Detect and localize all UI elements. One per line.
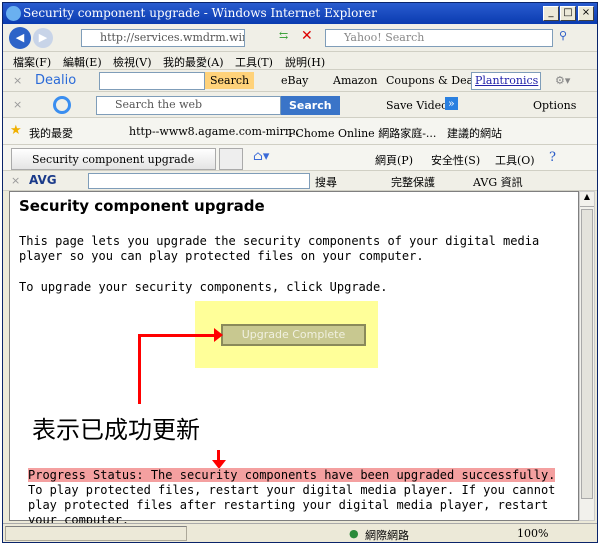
vertical-scrollbar[interactable]: ▲ <box>579 191 595 521</box>
settings-icon[interactable]: ⚙▾ <box>555 74 570 87</box>
save-video-button[interactable]: Save Video <box>386 99 448 112</box>
search-input[interactable]: Yahoo! Search <box>325 29 553 47</box>
ie-window: Security component upgrade - Windows Int… <box>2 2 598 543</box>
favorite-link[interactable]: PChome Online 網路家庭-... <box>288 125 436 141</box>
tab-label: Security component upgrade <box>32 153 195 166</box>
tab-security-component-upgrade[interactable]: Security component upgrade <box>11 148 216 170</box>
full-protection-button[interactable]: 完整保護 <box>391 174 435 190</box>
new-tab-button[interactable] <box>219 148 243 170</box>
refresh-icon[interactable]: ⇆ <box>279 29 295 45</box>
help-icon[interactable]: ? <box>549 150 556 165</box>
address-row: ◀ ▶ http://services.wmdrm.wind... ⇆ ✕ Ya… <box>3 24 597 52</box>
scroll-thumb[interactable] <box>581 209 593 499</box>
dealio-toolbar: × Dealio Search eBay Amazon Coupons & De… <box>3 70 597 92</box>
close-toolbar-icon[interactable]: × <box>11 174 20 187</box>
window-title: Security component upgrade - Windows Int… <box>23 6 377 20</box>
home-icon[interactable]: ⌂▾ <box>253 149 269 164</box>
dealio-search-button[interactable]: Search <box>205 72 255 89</box>
page-menu[interactable]: 網頁(P) <box>375 152 413 168</box>
menu-favorites[interactable]: 我的最愛(A) <box>163 54 224 70</box>
status-text: To play protected files, restart your di… <box>28 483 556 527</box>
close-toolbar-icon[interactable]: × <box>13 74 22 87</box>
coupons-link[interactable]: Coupons & Deals <box>386 74 482 87</box>
scroll-up-icon[interactable]: ▲ <box>580 192 594 207</box>
minimize-button[interactable]: _ <box>543 6 559 21</box>
avg-logo: AVG <box>29 173 57 187</box>
annotation-text: 表示已成功更新 <box>32 416 200 444</box>
menu-file[interactable]: 檔案(F) <box>13 54 51 70</box>
safety-menu[interactable]: 安全性(S) <box>431 152 480 168</box>
page-heading: Security component upgrade <box>19 197 265 215</box>
address-input[interactable]: http://services.wmdrm.wind... <box>81 29 245 47</box>
status-cell <box>5 526 187 541</box>
status-highlight: Progress Status: The security components… <box>28 468 556 482</box>
zone-label: 網際網路 <box>365 529 409 542</box>
ask-search-button[interactable]: Search <box>281 96 340 115</box>
ask-search-input[interactable]: Search the web <box>96 96 281 115</box>
search-icon[interactable]: ⚲ <box>559 29 577 47</box>
status-bar: ● 網際網路 100% <box>3 523 597 542</box>
instruction-text: To upgrade your security components, cli… <box>19 280 388 294</box>
tab-row: Security component upgrade ⌂▾ 網頁(P) 安全性(… <box>3 145 597 171</box>
more-icon[interactable]: » <box>445 97 458 110</box>
suggested-sites-link[interactable]: 建議的網站 <box>447 125 502 141</box>
forward-button[interactable]: ▶ <box>33 28 53 48</box>
maximize-button[interactable]: □ <box>560 6 576 21</box>
avg-toolbar: × AVG 搜尋 完整保護 AVG 資訊 <box>3 171 597 191</box>
globe-icon: ● <box>349 527 359 540</box>
stop-icon[interactable]: ✕ <box>301 28 313 44</box>
zoom-level[interactable]: 100% <box>517 527 548 540</box>
arrow-head <box>214 328 223 342</box>
tools-menu[interactable]: 工具(O) <box>495 152 535 168</box>
plantronics-dropdown[interactable]: Plantronics <box>471 72 541 90</box>
dealio-search-input[interactable] <box>99 72 205 90</box>
avg-news-button[interactable]: AVG 資訊 <box>473 174 523 190</box>
menu-edit[interactable]: 編輯(E) <box>63 54 102 70</box>
close-toolbar-icon[interactable]: × <box>13 98 22 111</box>
favorite-link[interactable]: http--www8.agame.com-mirr... <box>129 125 299 138</box>
favorites-bar: ★ 我的最愛 http--www8.agame.com-mirr... PCho… <box>3 118 597 145</box>
upgrade-complete-button[interactable]: Upgrade Complete <box>221 324 366 346</box>
menu-view[interactable]: 檢視(V) <box>113 54 152 70</box>
title-bar: Security component upgrade - Windows Int… <box>3 3 597 24</box>
ask-toolbar: × Search the web Search Save Video » Opt… <box>3 92 597 118</box>
star-icon: ★ <box>10 123 22 138</box>
page-content: Security component upgrade This page let… <box>9 191 579 527</box>
annotation-arrow <box>138 334 220 337</box>
menu-bar: 檔案(F) 編輯(E) 檢視(V) 我的最愛(A) 工具(T) 說明(H) <box>3 52 597 70</box>
ebay-link[interactable]: eBay <box>281 74 308 87</box>
favorites-button[interactable]: 我的最愛 <box>29 125 73 141</box>
avg-search-button[interactable]: 搜尋 <box>315 174 337 190</box>
ie-icon <box>6 6 21 21</box>
annotation-arrow <box>138 334 141 404</box>
options-button[interactable]: Options <box>533 99 576 112</box>
close-button[interactable]: × <box>578 6 594 21</box>
back-button[interactable]: ◀ <box>9 27 31 49</box>
progress-status: Progress Status: The security components… <box>28 468 576 528</box>
intro-text: This page lets you upgrade the security … <box>19 234 540 263</box>
dealio-logo: Dealio <box>35 73 77 88</box>
menu-tools[interactable]: 工具(T) <box>235 54 273 70</box>
menu-help[interactable]: 說明(H) <box>285 54 325 70</box>
amazon-link[interactable]: Amazon <box>333 74 377 87</box>
avg-search-input[interactable] <box>88 173 310 189</box>
ask-logo-icon <box>53 96 71 114</box>
